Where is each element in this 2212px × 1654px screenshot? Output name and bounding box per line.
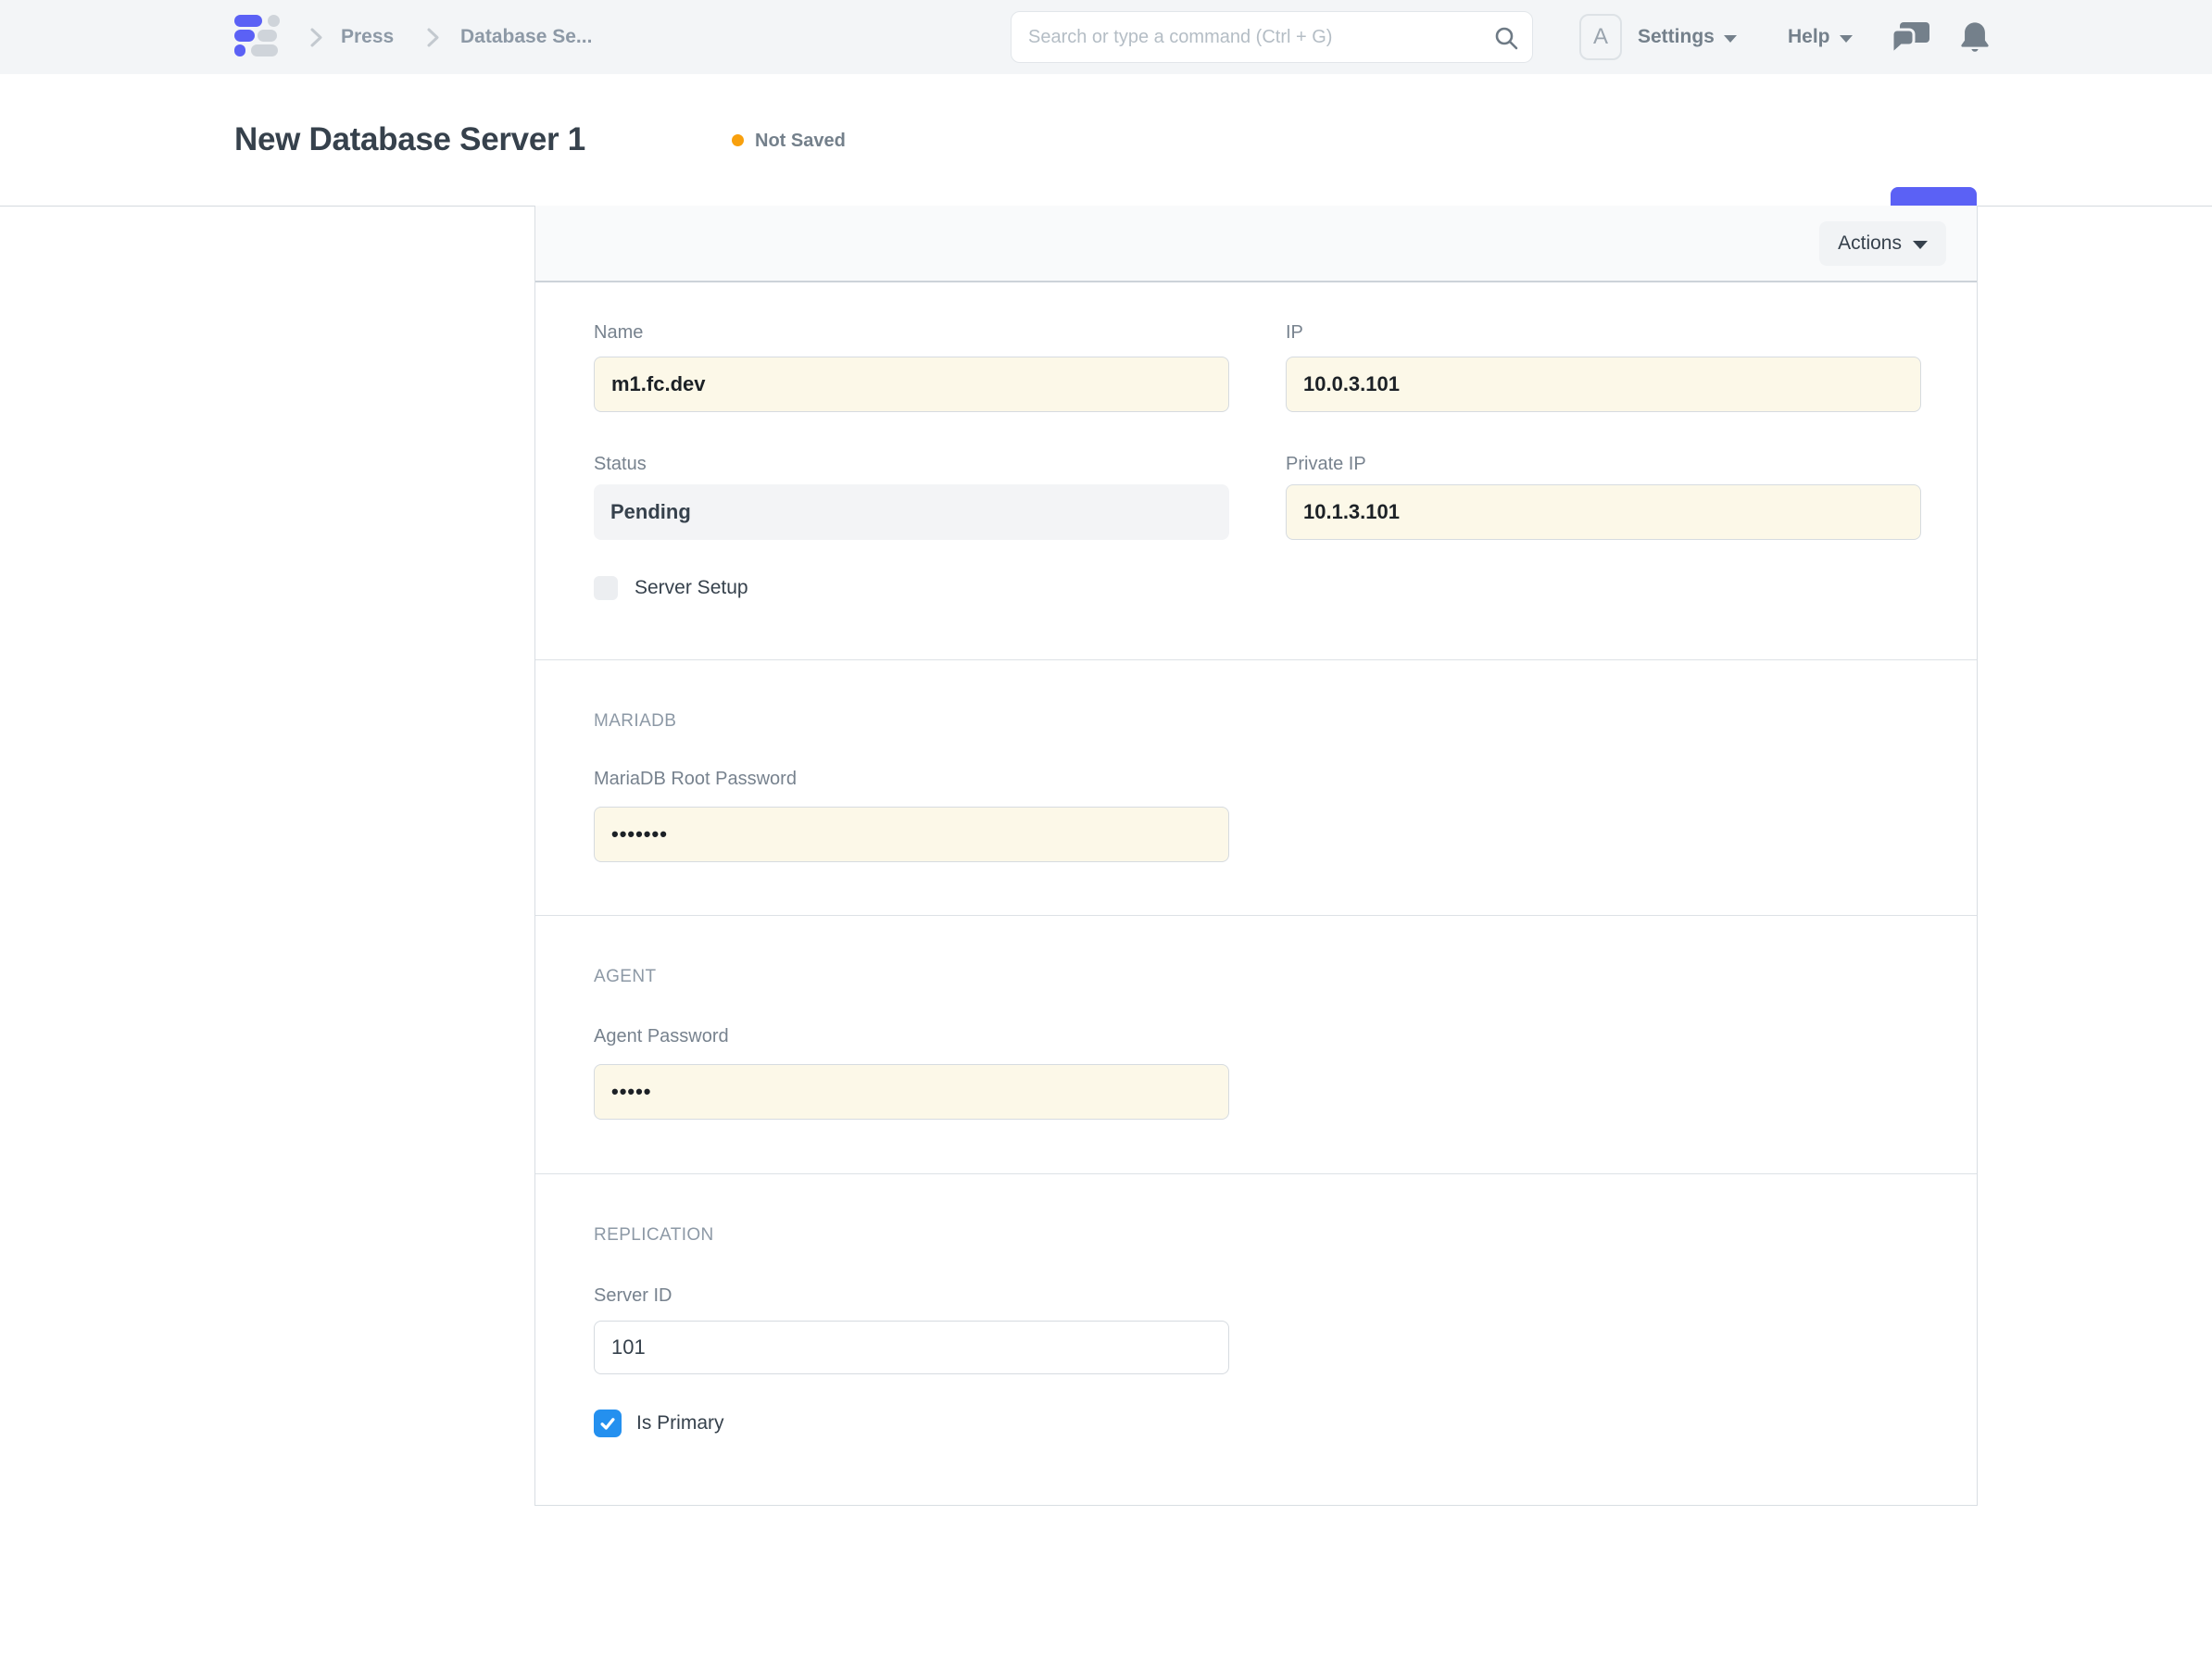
agent-password-label: Agent Password: [594, 1026, 729, 1047]
notifications-bell-icon[interactable]: [1960, 20, 1990, 56]
breadcrumb-press[interactable]: Press: [341, 0, 394, 74]
help-menu[interactable]: Help: [1788, 0, 1853, 74]
agent-password-input[interactable]: [594, 1064, 1229, 1120]
section-divider: [535, 1173, 1977, 1174]
actions-dropdown-button[interactable]: Actions: [1819, 221, 1946, 266]
ip-input[interactable]: [1286, 357, 1921, 412]
actions-label: Actions: [1838, 232, 1902, 255]
page-header: New Database Server 1 Not Saved Save: [0, 74, 2212, 206]
is-primary-label: Is Primary: [636, 1412, 724, 1435]
page-title: New Database Server 1: [234, 74, 585, 206]
checkmark-icon: [598, 1414, 617, 1433]
server-setup-label: Server Setup: [635, 577, 748, 599]
mariadb-section-heading: MARIADB: [594, 711, 676, 732]
chevron-down-icon: [1724, 35, 1737, 43]
not-saved-indicator-dot: [732, 134, 744, 146]
section-divider: [535, 915, 1977, 916]
app-logo-icon[interactable]: [234, 15, 288, 56]
private-ip-input[interactable]: [1286, 484, 1921, 540]
private-ip-field-label: Private IP: [1286, 454, 1366, 475]
mariadb-root-password-label: MariaDB Root Password: [594, 769, 797, 790]
server-setup-row: Server Setup: [594, 576, 748, 600]
chevron-down-icon: [1913, 241, 1928, 249]
search-icon: [1493, 25, 1519, 51]
form-toolbar: Actions: [535, 206, 1977, 282]
breadcrumb-database-server[interactable]: Database Se...: [460, 0, 592, 74]
not-saved-label: Not Saved: [755, 74, 846, 206]
settings-label: Settings: [1638, 26, 1715, 48]
server-setup-checkbox[interactable]: [594, 576, 618, 600]
server-id-input[interactable]: [594, 1321, 1229, 1374]
is-primary-row: Is Primary: [594, 1410, 724, 1437]
is-primary-checkbox[interactable]: [594, 1410, 622, 1437]
status-value: Pending: [594, 484, 1229, 540]
name-input[interactable]: [594, 357, 1229, 412]
navbar: Press Database Se... A Settings Help: [0, 0, 2212, 74]
ip-field-label: IP: [1286, 322, 1303, 344]
name-field-label: Name: [594, 322, 643, 344]
user-avatar[interactable]: A: [1579, 14, 1622, 60]
chevron-right-icon: [426, 27, 440, 48]
status-field-label: Status: [594, 454, 647, 475]
search-input[interactable]: [1012, 12, 1532, 62]
chevron-right-icon: [309, 27, 323, 48]
help-label: Help: [1788, 26, 1830, 48]
mariadb-root-password-input[interactable]: [594, 807, 1229, 862]
chevron-down-icon: [1840, 35, 1853, 43]
form-body: Actions Name IP Status Private IP Pendin…: [534, 206, 1978, 1506]
settings-menu[interactable]: Settings: [1638, 0, 1737, 74]
replication-section-heading: REPLICATION: [594, 1225, 714, 1246]
server-id-label: Server ID: [594, 1285, 672, 1307]
chat-messages-icon[interactable]: [1892, 22, 1929, 56]
agent-section-heading: AGENT: [594, 967, 656, 987]
section-divider: [535, 659, 1977, 660]
global-search[interactable]: [1011, 11, 1533, 63]
